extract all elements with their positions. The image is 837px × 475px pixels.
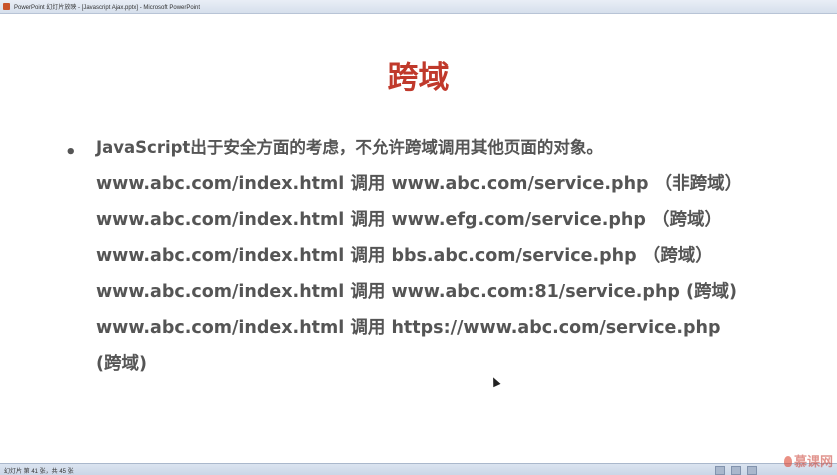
window-title: PowerPoint 幻灯片放映 - [Javascript Ajax.pptx… xyxy=(14,5,201,11)
body-line-intro: JavaScript出于安全方面的考虑，不允许跨域调用其他页面的对象。 xyxy=(96,138,603,157)
body-line-example-5: www.abc.com/index.html 调用 https://www.ab… xyxy=(96,318,721,338)
body-line-example-1: www.abc.com/index.html 调用 www.abc.com/se… xyxy=(96,174,743,194)
body-line-example-4: www.abc.com/index.html 调用 www.abc.com:81… xyxy=(96,282,738,302)
body-line-example-2: www.abc.com/index.html 调用 www.efg.com/se… xyxy=(96,210,722,230)
slideshow-view-button[interactable] xyxy=(747,466,757,475)
slide-counter: 幻灯片 第 41 张，共 45 张 xyxy=(4,469,74,475)
slide-title: 跨域 xyxy=(387,60,450,96)
slide-body: JavaScript出于安全方面的考虑，不允许跨域调用其他页面的对象。 www.… xyxy=(96,130,816,382)
watermark-text: 慕课网 xyxy=(793,455,833,470)
body-line-example-5-cont: (跨域) xyxy=(96,354,147,374)
slide-canvas[interactable]: 跨域 • JavaScript出于安全方面的考虑，不允许跨域调用其他页面的对象。… xyxy=(0,14,837,462)
powerpoint-window: PowerPoint 幻灯片放映 - [Javascript Ajax.pptx… xyxy=(0,0,837,475)
status-bar: 幻灯片 第 41 张，共 45 张 xyxy=(0,463,837,475)
bullet-icon: • xyxy=(65,142,77,163)
body-line-example-3: www.abc.com/index.html 调用 bbs.abc.com/se… xyxy=(96,246,713,266)
view-buttons xyxy=(715,466,757,475)
flame-icon xyxy=(783,456,792,467)
title-bar: PowerPoint 幻灯片放映 - [Javascript Ajax.pptx… xyxy=(0,0,837,14)
powerpoint-app-icon xyxy=(3,3,10,10)
normal-view-button[interactable] xyxy=(715,466,725,475)
sorter-view-button[interactable] xyxy=(731,466,741,475)
watermark-logo: 慕课网 xyxy=(783,451,833,470)
